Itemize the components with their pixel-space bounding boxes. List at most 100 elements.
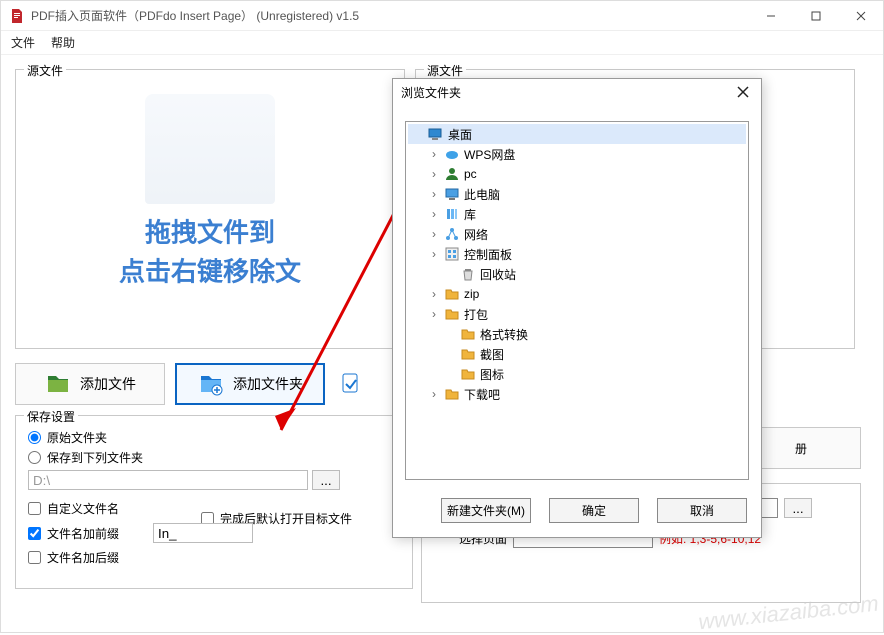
add-file-icon — [44, 370, 72, 398]
tree-item[interactable]: › 下载吧 — [408, 384, 746, 404]
tree-item-label: 库 — [464, 206, 476, 223]
tree-item[interactable]: › WPS网盘 — [408, 144, 746, 164]
tree-item[interactable]: ›库 — [408, 204, 746, 224]
tree-item[interactable]: › 控制面板 — [408, 244, 746, 264]
tree-item-label: 截图 — [480, 346, 504, 363]
tree-item[interactable]: 格式转换 — [408, 324, 746, 344]
folder-icon — [444, 306, 460, 322]
custom-filename-checkbox[interactable] — [28, 502, 41, 515]
save-path-input[interactable] — [28, 470, 308, 490]
tree-item-label: pc — [464, 167, 477, 181]
folder-icon — [444, 186, 460, 202]
suffix-label: 文件名加后缀 — [47, 549, 119, 566]
add-folder-icon — [197, 370, 225, 398]
folder-icon — [444, 386, 460, 402]
dialog-title: 浏览文件夹 — [401, 84, 461, 101]
expand-icon[interactable]: › — [428, 207, 440, 221]
expand-icon[interactable] — [444, 347, 456, 361]
ok-button[interactable]: 确定 — [549, 498, 639, 523]
radio-custom-folder[interactable] — [28, 451, 41, 464]
tree-item-label: 图标 — [480, 366, 504, 383]
delete-label: 册 — [795, 440, 807, 457]
expand-icon[interactable]: › — [428, 247, 440, 261]
target-legend: 源文件 — [424, 62, 466, 79]
prefix-label: 文件名加前缀 — [47, 525, 147, 542]
menu-help[interactable]: 帮助 — [51, 34, 75, 51]
folder-icon — [444, 206, 460, 222]
cancel-button[interactable]: 取消 — [657, 498, 747, 523]
browse-save-path-button[interactable]: ... — [312, 470, 340, 490]
third-button-fragment — [335, 363, 365, 405]
tree-item[interactable]: 截图 — [408, 344, 746, 364]
dialog-close-button[interactable] — [733, 82, 753, 102]
maximize-button[interactable] — [793, 1, 838, 31]
drag-hint: 拖拽文件到 点击右键移除文 — [119, 213, 301, 291]
expand-icon[interactable]: › — [428, 167, 440, 181]
expand-icon[interactable]: › — [428, 387, 440, 401]
tree-item-label: zip — [464, 287, 479, 301]
close-button[interactable] — [838, 1, 883, 31]
folder-icon — [444, 146, 460, 162]
prefix-input[interactable] — [153, 523, 253, 543]
save-settings-group: 保存设置 原始文件夹 保存到下列文件夹 ... 自定义文件名 文件名加前缀 — [15, 415, 413, 589]
expand-icon[interactable]: › — [428, 147, 440, 161]
folder-icon — [460, 266, 476, 282]
tree-item[interactable]: 桌面 — [408, 124, 746, 144]
folder-icon — [444, 246, 460, 262]
tree-item-label: 桌面 — [448, 126, 472, 143]
save-legend: 保存设置 — [24, 408, 78, 425]
menu-file[interactable]: 文件 — [11, 34, 35, 51]
tree-item[interactable]: › 打包 — [408, 304, 746, 324]
source-files-group: 源文件 拖拽文件到 点击右键移除文 — [15, 69, 405, 349]
suffix-checkbox[interactable] — [28, 551, 41, 564]
expand-icon[interactable]: › — [428, 187, 440, 201]
expand-icon[interactable] — [444, 327, 456, 341]
minimize-button[interactable] — [748, 1, 793, 31]
expand-icon[interactable]: › — [428, 287, 440, 301]
tree-item-label: 此电脑 — [464, 186, 500, 203]
tree-item-label: 回收站 — [480, 266, 516, 283]
folder-icon — [444, 166, 460, 182]
expand-icon[interactable]: › — [428, 227, 440, 241]
tree-item[interactable]: 图标 — [408, 364, 746, 384]
expand-icon[interactable] — [412, 127, 424, 141]
expand-icon[interactable]: › — [428, 307, 440, 321]
menubar: 文件 帮助 — [1, 31, 883, 55]
tree-item-label: 下载吧 — [464, 386, 500, 403]
add-file-button[interactable]: 添加文件 — [15, 363, 165, 405]
tree-item-label: 打包 — [464, 306, 488, 323]
folder-icon — [444, 286, 460, 302]
drag-hint-line2: 点击右键移除文 — [119, 252, 301, 291]
window-title: PDF插入页面软件（PDFdo Insert Page） (Unregister… — [31, 7, 359, 24]
folder-icon — [460, 346, 476, 362]
drag-hint-line1: 拖拽文件到 — [119, 213, 301, 252]
custom-filename-label: 自定义文件名 — [47, 500, 119, 517]
tree-item[interactable]: › 网络 — [408, 224, 746, 244]
add-folder-button[interactable]: 添加文件夹 — [175, 363, 325, 405]
browse-folder-dialog: 浏览文件夹 桌面›WPS网盘›pc›此电脑›库›网络›控制面板 回收站›zip›… — [392, 78, 762, 538]
browse-pdf-button[interactable]: ... — [784, 498, 812, 518]
drop-folder-icon — [145, 94, 275, 204]
expand-icon[interactable] — [444, 267, 456, 281]
new-folder-button[interactable]: 新建文件夹(M) — [441, 498, 531, 523]
tree-item[interactable]: 回收站 — [408, 264, 746, 284]
tree-item[interactable]: › zip — [408, 284, 746, 304]
radio-custom-label: 保存到下列文件夹 — [47, 449, 143, 466]
add-file-label: 添加文件 — [80, 374, 136, 394]
add-folder-label: 添加文件夹 — [233, 374, 303, 394]
tree-item-label: 网络 — [464, 226, 488, 243]
prefix-checkbox[interactable] — [28, 527, 41, 540]
tree-item[interactable]: › pc — [408, 164, 746, 184]
tree-item-label: 格式转换 — [480, 326, 528, 343]
radio-original-folder[interactable] — [28, 431, 41, 444]
expand-icon[interactable] — [444, 367, 456, 381]
tree-item-label: WPS网盘 — [464, 146, 515, 163]
folder-icon — [444, 226, 460, 242]
convert-icon — [337, 370, 365, 398]
folder-icon — [460, 366, 476, 382]
tree-item-label: 控制面板 — [464, 246, 512, 263]
folder-tree[interactable]: 桌面›WPS网盘›pc›此电脑›库›网络›控制面板 回收站›zip›打包 格式转… — [405, 121, 749, 480]
tree-item[interactable]: › 此电脑 — [408, 184, 746, 204]
folder-icon — [460, 326, 476, 342]
titlebar: PDF插入页面软件（PDFdo Insert Page） (Unregister… — [1, 1, 883, 31]
